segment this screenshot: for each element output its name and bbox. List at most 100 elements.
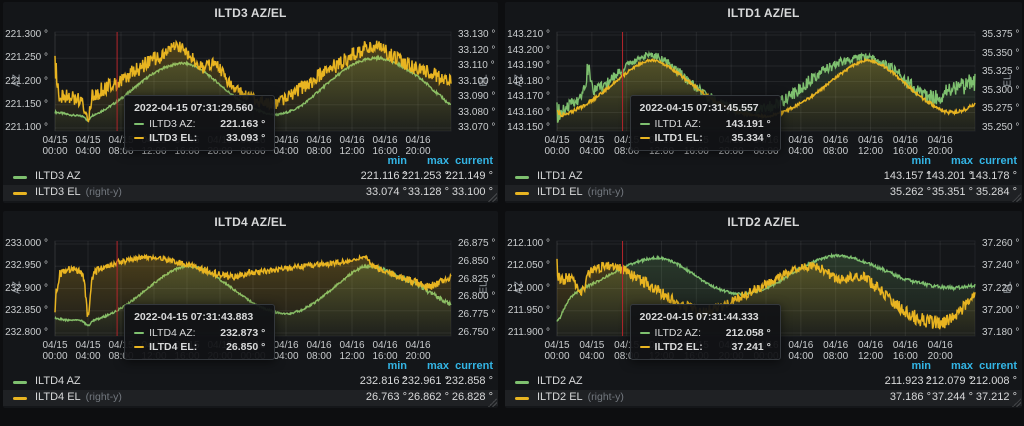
x-axis-tick-time: 20:00 <box>405 351 431 362</box>
series-color-marker-icon <box>134 123 145 125</box>
shared-crosshair-tooltip: 2022-04-15 07:31:29.560 ILTD3 AZ: 221.163… <box>124 95 276 151</box>
tooltip-series-name: ILTD2 AZ: <box>654 327 702 339</box>
tooltip-series-row: ILTD4 EL: 26.850 ° <box>134 341 265 353</box>
y-axis-left-tick: 232.950 ° <box>5 260 48 272</box>
tooltip-timestamp: 2022-04-15 07:31:43.883 <box>134 311 254 323</box>
y-axis-right-tick: 35.250 ° <box>982 122 1020 133</box>
series-color-marker-icon <box>639 137 650 139</box>
tooltip-timestamp: 2022-04-15 07:31:44.333 <box>639 311 759 323</box>
panel-title[interactable]: ILTD1 AZ/EL <box>505 6 1022 20</box>
tooltip-series-name: ILTD2 EL: <box>654 341 703 353</box>
y-axis-left-tick: 212.100 ° <box>507 238 550 249</box>
panel-title[interactable]: ILTD2 AZ/EL <box>505 215 1022 229</box>
y-axis-right-tick: 33.100 ° <box>458 75 496 87</box>
tooltip-series-row: ILTD3 AZ: 221.163 ° <box>134 118 265 130</box>
legend-axis-suffix: (right-y) <box>587 391 624 403</box>
y-axis-right-tick: 37.200 ° <box>982 304 1020 316</box>
y-axis-right-tick: 35.325 ° <box>982 66 1020 78</box>
y-axis-left-tick: 211.950 ° <box>507 304 550 316</box>
y-axis-right-tick: 26.775 ° <box>458 309 496 321</box>
x-axis-tick-date: 04/16 <box>927 340 953 351</box>
series-color-marker-icon <box>134 346 145 348</box>
y-axis-left-tick: 221.200 ° <box>5 75 48 87</box>
tooltip-series-row: ILTD3 EL: 33.093 ° <box>134 132 265 144</box>
y-axis-left-tick: 143.190 ° <box>507 60 550 71</box>
shared-crosshair-tooltip: 2022-04-15 07:31:45.557 ILTD1 AZ: 143.191… <box>629 95 781 151</box>
y-axis-right-tick: 37.220 ° <box>982 282 1020 294</box>
legend-header-current[interactable]: current <box>455 360 493 372</box>
legend-series-label: ILTD2 EL <box>537 391 583 403</box>
y-axis-left-tick: 221.300 ° <box>5 29 48 40</box>
legend-series-label: ILTD4 AZ <box>35 375 81 387</box>
tooltip-series-value: 26.850 ° <box>226 341 266 353</box>
panel: ILTD4 AZ/EL AZ EL 2022-04-15 07:31:43.88… <box>3 211 498 408</box>
y-axis-right-tick: 26.825 ° <box>458 273 496 285</box>
series-color-marker-icon <box>639 332 650 334</box>
shared-crosshair-tooltip: 2022-04-15 07:31:44.333 ILTD2 AZ: 212.058… <box>629 304 781 360</box>
panel-resize-handle[interactable] <box>1012 193 1021 202</box>
legend-series-name[interactable]: ILTD4 EL (right-y) <box>35 391 122 403</box>
panel-resize-handle[interactable] <box>488 193 497 202</box>
tooltip-series-name: ILTD1 EL: <box>654 132 703 144</box>
tooltip-series-value: 33.093 ° <box>226 132 266 144</box>
y-axis-left-tick: 212.050 ° <box>507 260 550 272</box>
legend-series-name[interactable]: ILTD1 EL (right-y) <box>537 186 624 198</box>
panel-resize-handle[interactable] <box>1012 398 1021 407</box>
legend-series-label: ILTD2 AZ <box>537 375 583 387</box>
legend-series-name[interactable]: ILTD3 EL (right-y) <box>35 186 122 198</box>
series-color-marker-icon <box>639 123 650 125</box>
panel: ILTD3 AZ/EL AZ EL 2022-04-15 07:31:29.56… <box>3 2 498 203</box>
tooltip-timestamp: 2022-04-15 07:31:45.557 <box>639 102 759 114</box>
tooltip-series-name: ILTD3 AZ: <box>149 118 196 130</box>
legend-series-name[interactable]: ILTD4 AZ <box>35 375 81 387</box>
tooltip-series-name: ILTD1 AZ: <box>654 118 702 130</box>
panel-title[interactable]: ILTD3 AZ/EL <box>3 6 498 20</box>
panel-title[interactable]: ILTD4 AZ/EL <box>3 215 498 229</box>
tooltip-series-row: ILTD1 AZ: 143.191 ° <box>639 118 771 130</box>
series-color-marker-icon <box>639 346 650 348</box>
series-color-marker-icon <box>134 137 145 139</box>
legend-series-name[interactable]: ILTD2 EL (right-y) <box>537 391 624 403</box>
y-axis-left-tick: 143.210 ° <box>507 29 550 40</box>
legend-axis-suffix: (right-y) <box>587 186 624 198</box>
x-axis-tick-time: 20:00 <box>405 146 431 157</box>
panel: ILTD1 AZ/EL AZ EL 2022-04-15 07:31:45.55… <box>505 2 1022 203</box>
legend-series-label: ILTD4 EL <box>35 391 81 403</box>
y-axis-right-tick: 37.260 ° <box>982 238 1020 249</box>
tooltip-series-row: ILTD1 EL: 35.334 ° <box>639 132 771 144</box>
legend-series-label: ILTD3 EL <box>35 186 81 198</box>
y-axis-right-tick: 35.275 ° <box>982 103 1020 115</box>
panel-resize-handle[interactable] <box>488 398 497 407</box>
legend-series-name[interactable]: ILTD1 AZ <box>537 170 583 182</box>
legend-header-current[interactable]: current <box>979 155 1017 167</box>
legend-header-current[interactable]: current <box>979 360 1017 372</box>
y-axis-right-tick: 33.070 ° <box>458 122 496 133</box>
x-axis-tick-time: 20:00 <box>927 146 953 157</box>
grafana-dashboard: 10 AA66245 ILTD3 AZ/EL AZ EL 2022-04-15 … <box>0 0 1024 426</box>
y-axis-right-tick: 26.800 ° <box>458 291 496 303</box>
y-axis-right-tick: 37.180 ° <box>982 327 1020 338</box>
legend-header-current[interactable]: current <box>455 155 493 167</box>
legend-series-label: ILTD1 AZ <box>537 170 583 182</box>
y-axis-right-tick: 26.750 ° <box>458 327 496 338</box>
x-axis-tick-time: 20:00 <box>927 351 953 362</box>
y-axis-right-tick: 33.090 ° <box>458 91 496 102</box>
y-axis-left-tick: 232.850 ° <box>5 304 48 316</box>
shared-crosshair-tooltip: 2022-04-15 07:31:43.883 ILTD4 AZ: 232.873… <box>124 304 276 360</box>
y-axis-left-tick: 211.900 ° <box>507 327 550 338</box>
y-axis-left-tick: 233.000 ° <box>5 238 48 249</box>
y-axis-right-tick: 33.120 ° <box>458 44 496 56</box>
y-axis-right-tick: 35.300 ° <box>982 84 1020 96</box>
y-axis-right-tick: 33.080 ° <box>458 106 496 118</box>
legend-series-name[interactable]: ILTD2 AZ <box>537 375 583 387</box>
y-axis-right-tick: 35.350 ° <box>982 47 1020 59</box>
y-axis-left-tick: 221.250 ° <box>5 52 48 64</box>
y-axis-left-tick: 143.180 ° <box>507 75 550 87</box>
x-axis-tick-date: 04/16 <box>927 135 953 146</box>
tooltip-timestamp: 2022-04-15 07:31:29.560 <box>134 102 254 114</box>
tooltip-series-row: ILTD4 AZ: 232.873 ° <box>134 327 265 339</box>
y-axis-right-tick: 26.850 ° <box>458 255 496 267</box>
tooltip-series-value: 212.058 ° <box>725 327 771 339</box>
tooltip-series-value: 232.873 ° <box>220 327 266 339</box>
legend-series-name[interactable]: ILTD3 AZ <box>35 170 81 182</box>
